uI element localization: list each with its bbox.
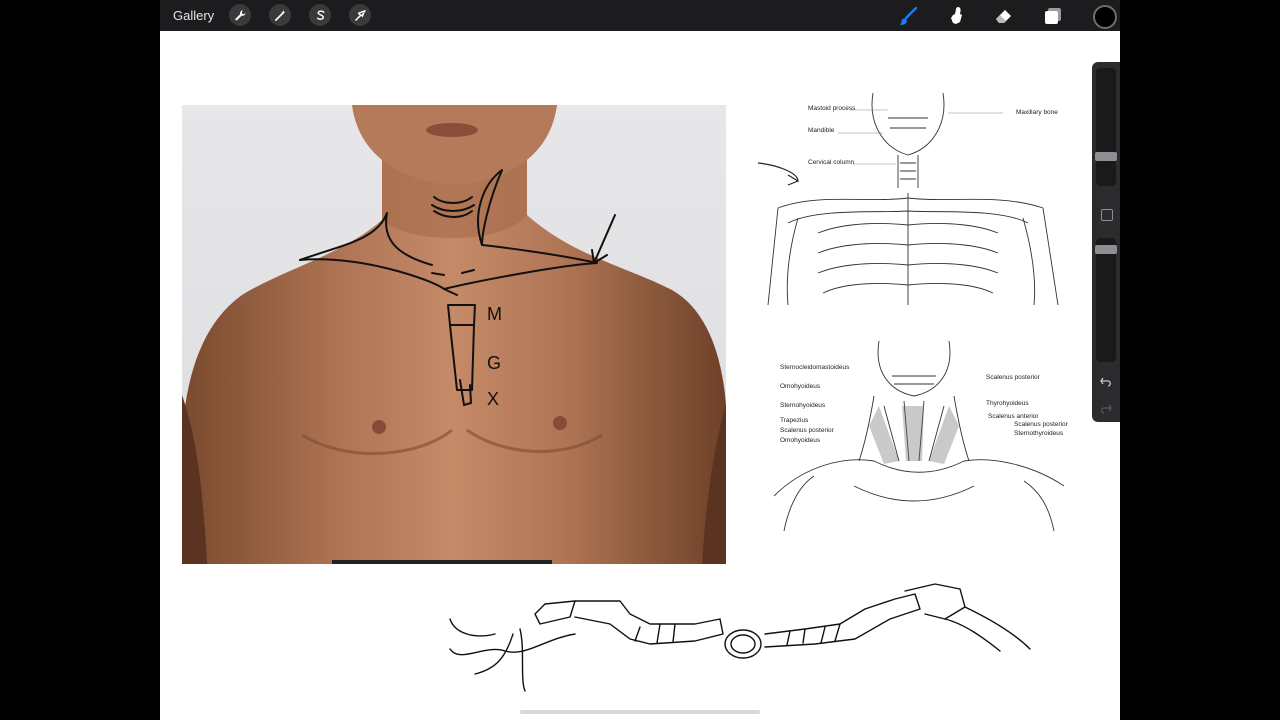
smudge-icon[interactable] [945,5,967,27]
clavicle-sketch [449,583,1031,692]
magic-wand-icon [274,9,286,21]
label-sternocleidomastoideus: Sternocleidomastoideus [780,364,850,371]
label-sternohyoideus: Sternohyoideus [780,402,826,409]
label-scalenus-anterior: Scalenus anterior [988,413,1039,420]
drawing-canvas[interactable]: M G X Mastoid process Mandible Cervical … [160,31,1120,720]
brush-size-slider[interactable] [1096,68,1116,186]
label-omohyoideus-lower: Omohyoideus [780,437,821,444]
color-picker-button[interactable] [1093,5,1117,29]
label-maxillary-bone: Maxillary bone [1016,109,1058,116]
adjustments-button[interactable] [269,4,291,26]
neck-muscle-reference-diagram: Sternocleidomastoideus Omohyoideus Stern… [774,336,1074,531]
skeleton-reference-diagram: Mastoid process Mandible Cervical column… [758,93,1068,305]
opacity-thumb[interactable] [1095,245,1117,254]
label-mandible: Mandible [808,127,835,134]
layers-icon[interactable] [1042,5,1064,27]
label-omohyoideus: Omohyoideus [780,383,821,390]
undo-icon[interactable] [1099,374,1113,388]
brush-sidebar [1092,62,1120,422]
home-indicator [520,710,760,714]
reference-photo: M G X [182,105,726,564]
top-toolbar: Gallery [160,0,1120,31]
procreate-app: Gallery M G X Mastoid process Mandible C… [160,0,1120,720]
skeleton-illustration [758,93,1059,305]
label-sternothyroideus: Sternothyroideus [1014,430,1064,437]
transform-button[interactable] [349,4,371,26]
label-scalenus-posterior-left: Scalenus posterior [780,427,834,434]
annotation-g: G [487,353,501,373]
label-thyrohyoideus: Thyrohyoideus [986,400,1029,407]
label-trapezius: Trapezius [780,417,809,424]
torso-photo-illustration: M G X [182,105,726,564]
arrow-cursor-icon [354,9,366,21]
wrench-icon [234,9,245,20]
selection-s-icon [316,9,324,20]
opacity-slider[interactable] [1096,238,1116,362]
redo-icon[interactable] [1099,401,1113,415]
label-scalenus-posterior-lower: Scalenus posterior [1014,421,1068,428]
actions-button[interactable] [229,4,251,26]
label-scalenus-posterior-right: Scalenus posterior [986,374,1040,381]
modify-button[interactable] [1101,209,1113,221]
annotation-x: X [487,389,499,409]
selection-button[interactable] [309,4,331,26]
label-cervical-column: Cervical column [808,159,855,166]
label-mastoid-process: Mastoid process [808,105,856,112]
brush-size-thumb[interactable] [1095,152,1117,161]
eraser-icon[interactable] [993,5,1015,27]
brush-icon[interactable] [897,5,919,27]
annotation-m: M [487,304,502,324]
gallery-button[interactable]: Gallery [173,8,214,23]
